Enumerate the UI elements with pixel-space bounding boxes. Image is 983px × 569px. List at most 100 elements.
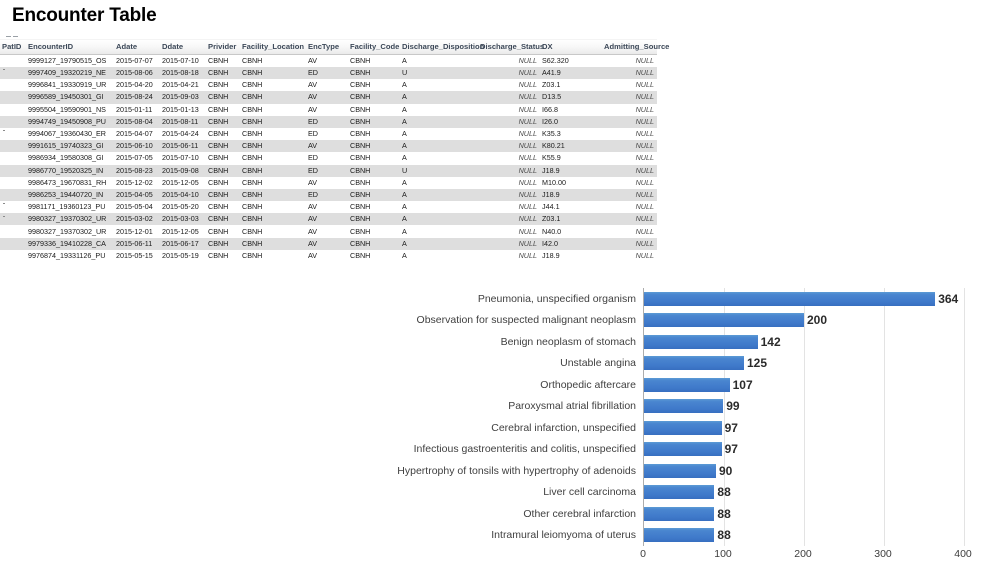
cell-patid [0,250,26,262]
cell-facility-location: CBNH [242,129,263,139]
cell-dx: K55.9 [542,153,561,163]
cell-privider: CBNH [208,129,229,139]
cell-encounterid: 9996589_19450301_GI [26,91,114,104]
cell-discharge-status: NULL [478,213,540,226]
cell-dx: K80.21 [540,140,602,153]
cell-privider: CBNH [206,91,240,104]
chart-bar-row: Other cerebral infarction 88 [523,503,964,525]
column-header-patid[interactable]: PatID [0,38,26,55]
cell-privider: CBNH [208,177,229,187]
cell-discharge-status: NULL [478,115,540,128]
column-header-dx[interactable]: DX [540,38,602,55]
table-row[interactable]: 9981171_19360123_PU 2015-05-04 2015-05-20 C… [0,201,657,213]
cell-facility-location: CBNH [242,153,263,163]
table-row[interactable]: 9996841_19330919_UR 2015-04-20 2015-04-21 C… [0,79,657,91]
cell-ddate: 2015-01-13 [162,104,199,114]
column-header-facility-code[interactable]: Facility_Code [348,38,400,55]
chart-bar-row: Pneumonia, unspecified organism 364 [478,288,964,310]
cell-patid [0,225,26,237]
cell-ddate: 2015-05-19 [162,250,199,260]
cell-ddate: 2015-06-17 [160,237,206,250]
table-row[interactable]: 9986473_19670831_RH 2015-12-02 2015-12-05 C… [0,177,657,189]
cell-enctype: ED [308,153,318,163]
cell-facility-location: CBNH [240,213,306,226]
cell-encounterid: 9979336_19410228_CA [26,237,114,250]
cell-facility-code: CBNH [348,140,400,153]
chart-x-tick-label: 200 [794,548,812,560]
cell-patid [0,115,26,128]
column-header-discharge-disposition[interactable]: Discharge_Disposition [400,38,484,55]
row-marker [3,215,5,217]
table-row[interactable]: 9996589_19450301_GI 2015-08-24 2015-09-03 C… [0,91,657,104]
column-header-facility-location[interactable]: Facility_Location [240,38,306,55]
cell-patid [0,237,26,250]
cell-discharge-status: NULL [518,80,537,90]
cell-enctype: AV [308,202,318,212]
cell-discharge-disposition: A [402,56,407,65]
cell-enctype: ED [306,164,348,177]
cell-patid [0,164,26,177]
column-header-privider[interactable]: Privider [206,38,240,55]
table-row[interactable]: 9986934_19580308_GI 2015-07-05 2015-07-10 C… [0,152,657,164]
cell-discharge-disposition: A [400,213,478,226]
cell-enctype: AV [308,177,318,187]
cell-admitting-source: NULL [635,153,654,163]
chart-x-tick-label: 400 [954,548,972,560]
cell-adate: 2015-08-04 [114,115,160,128]
encounter-table[interactable]: PatID EncounterID Adate Ddate Privider F… [0,38,669,262]
table-row[interactable]: 9991615_19740323_GI 2015-06-10 2015-06-11 C… [0,140,657,153]
table-row[interactable]: 9994749_19450908_PU 2015-08-04 2015-08-11 C… [0,115,657,128]
cell-ddate: 2015-08-11 [160,115,206,128]
table-row[interactable]: 9979336_19410228_CA 2015-06-11 2015-06-17 C… [0,237,657,250]
cell-enctype: ED [306,188,348,202]
cell-adate: 2015-12-01 [116,226,153,236]
chart-bar-value: 97 [724,442,738,457]
chart-category-label: Paroxysmal atrial fibrillation [508,400,636,413]
row-marker [3,130,5,132]
table-row[interactable]: 9986770_19520325_IN 2015-08-23 2015-09-08 C… [0,164,657,177]
cell-facility-location: CBNH [242,80,263,90]
chart-bar-row: Intramural leiomyoma of uterus 88 [491,525,964,547]
table-row[interactable]: 9994067_19360430_ER 2015-04-07 2015-04-24 C… [0,128,657,140]
table-row[interactable]: 9976874_19331126_PU 2015-05-15 2015-05-19 C… [0,250,657,262]
table-row[interactable]: 9986253_19440720_IN 2015-04-05 2015-04-10 C… [0,188,657,202]
chart-bar-row: Orthopedic aftercare 107 [540,374,964,396]
table-row[interactable]: 9999127_19790515_OS 2015-07-07 2015-07-10 C… [0,55,657,68]
chart-category-label: Pneumonia, unspecified organism [477,292,636,305]
dx-frequency-bar-chart: Pneumonia, unspecified organism 364 Observ… [395,285,983,569]
cell-facility-code: CBNH [348,164,400,177]
chart-category-label: Observation for suspected malignant neop… [416,314,636,327]
chart-bar-row: Unstable angina 125 [560,353,964,375]
cell-facility-code: CBNH [348,91,400,104]
table-row[interactable]: 9997409_19320219_NE 2015-08-06 2015-08-18 C… [0,67,657,80]
page-title: Encounter Table [12,5,157,26]
column-header-ddate[interactable]: Ddate [160,38,206,55]
chart-bar [644,442,722,457]
column-header-discharge-status[interactable]: Discharge_Status [478,38,544,55]
cell-encounterid: 9986770_19520325_IN [26,164,114,177]
cell-adate: 2015-05-04 [116,202,153,212]
column-header-encounterid[interactable]: EncounterID [26,38,114,55]
cell-privider: CBNH [206,188,240,202]
column-header-admitting-source[interactable]: Admitting_Source [602,38,669,55]
cell-discharge-disposition: A [402,80,407,90]
column-header-adate[interactable]: Adate [114,38,160,55]
cell-discharge-disposition: A [400,115,478,128]
cell-enctype: AV [308,250,318,260]
row-marker [3,69,5,71]
cell-discharge-disposition: A [402,104,407,114]
cell-admitting-source: NULL [635,226,654,236]
table-row[interactable]: 9980327_19370302_UR 2015-03-02 2015-03-03 C… [0,213,657,226]
cell-facility-location: CBNH [240,91,306,104]
table-row[interactable]: 9995504_19590901_NS 2015-01-11 2015-01-13 C… [0,104,657,116]
cell-discharge-status: NULL [478,237,540,250]
cell-facility-location: CBNH [240,115,306,128]
cell-enctype: AV [308,226,318,236]
cell-privider: CBNH [208,226,229,236]
cell-enctype: ED [308,129,318,139]
table-row[interactable]: 9980327_19370302_UR 2015-12-01 2015-12-05 C… [0,225,657,237]
cell-privider: CBNH [208,202,229,212]
column-header-enctype[interactable]: EncType [306,38,348,55]
cell-ddate: 2015-04-24 [162,129,199,139]
encounter-table-container[interactable]: PatID EncounterID Adate Ddate Privider F… [0,38,669,262]
